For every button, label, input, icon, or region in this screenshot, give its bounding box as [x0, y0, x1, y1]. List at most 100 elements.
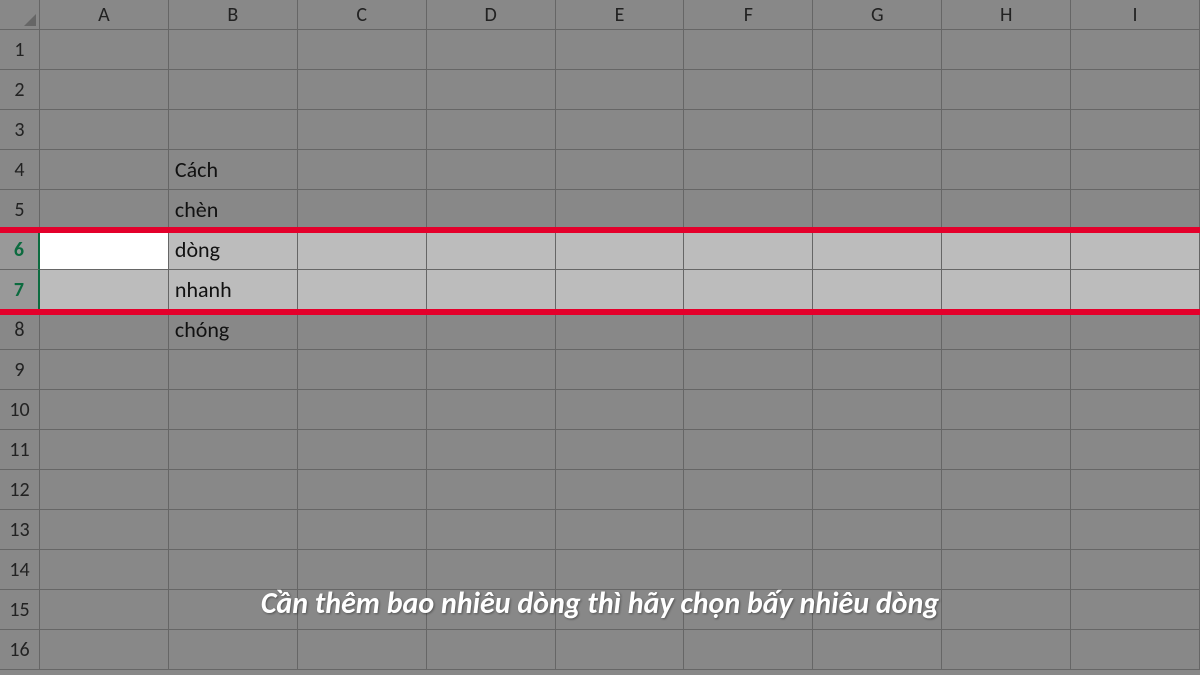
cell[interactable] — [40, 30, 169, 70]
cell[interactable] — [942, 110, 1071, 150]
cell[interactable] — [813, 470, 942, 510]
cell[interactable] — [942, 270, 1071, 310]
cell[interactable] — [813, 630, 942, 670]
cell[interactable] — [427, 350, 556, 390]
cell[interactable] — [556, 630, 685, 670]
cell[interactable] — [942, 310, 1071, 350]
cell[interactable] — [1071, 270, 1200, 310]
cell[interactable] — [556, 30, 685, 70]
cell[interactable] — [298, 270, 427, 310]
row-header[interactable]: 14 — [0, 550, 40, 590]
cell[interactable] — [813, 110, 942, 150]
cell[interactable] — [1071, 310, 1200, 350]
cell[interactable] — [427, 150, 556, 190]
row-header[interactable]: 7 — [0, 270, 40, 310]
cell[interactable] — [427, 430, 556, 470]
cell[interactable] — [942, 550, 1071, 590]
cell[interactable] — [298, 350, 427, 390]
row-header[interactable]: 8 — [0, 310, 40, 350]
cell[interactable] — [813, 390, 942, 430]
cell[interactable] — [556, 70, 685, 110]
cell[interactable] — [1071, 630, 1200, 670]
cell[interactable] — [40, 350, 169, 390]
column-header[interactable]: A — [40, 0, 169, 30]
cell[interactable]: chóng — [169, 310, 298, 350]
cell[interactable] — [684, 510, 813, 550]
cell[interactable] — [40, 190, 169, 230]
cell[interactable] — [556, 430, 685, 470]
cell[interactable] — [684, 110, 813, 150]
cell[interactable]: dòng — [169, 230, 298, 270]
column-header[interactable]: D — [427, 0, 556, 30]
cell[interactable] — [556, 510, 685, 550]
column-header[interactable]: F — [684, 0, 813, 30]
cell[interactable] — [427, 310, 556, 350]
cell[interactable] — [40, 270, 169, 310]
cell[interactable] — [298, 430, 427, 470]
cell[interactable] — [298, 110, 427, 150]
cell[interactable] — [942, 430, 1071, 470]
cell[interactable] — [942, 350, 1071, 390]
cell[interactable]: nhanh — [169, 270, 298, 310]
cell[interactable] — [556, 350, 685, 390]
cell[interactable] — [942, 470, 1071, 510]
cell[interactable] — [427, 550, 556, 590]
cell[interactable] — [169, 550, 298, 590]
cell[interactable] — [427, 70, 556, 110]
cell[interactable] — [684, 190, 813, 230]
cell[interactable] — [1071, 110, 1200, 150]
cell[interactable]: chèn — [169, 190, 298, 230]
cell[interactable] — [298, 470, 427, 510]
cell[interactable] — [813, 150, 942, 190]
cell[interactable] — [427, 510, 556, 550]
cell[interactable] — [684, 350, 813, 390]
cell[interactable] — [169, 350, 298, 390]
cell[interactable] — [813, 430, 942, 470]
column-header[interactable]: I — [1071, 0, 1200, 30]
cell[interactable] — [556, 550, 685, 590]
cell[interactable] — [40, 390, 169, 430]
cell[interactable] — [40, 430, 169, 470]
cell[interactable] — [942, 510, 1071, 550]
cell[interactable] — [1071, 470, 1200, 510]
cell[interactable] — [169, 510, 298, 550]
cell[interactable] — [1071, 30, 1200, 70]
row-header[interactable]: 9 — [0, 350, 40, 390]
cell[interactable] — [298, 510, 427, 550]
cell[interactable] — [427, 390, 556, 430]
select-all-corner[interactable] — [0, 0, 40, 30]
cell[interactable] — [684, 230, 813, 270]
cell[interactable] — [684, 150, 813, 190]
cell[interactable] — [40, 150, 169, 190]
cell[interactable] — [1071, 430, 1200, 470]
cell[interactable] — [556, 470, 685, 510]
row-header[interactable]: 4 — [0, 150, 40, 190]
cell[interactable] — [298, 230, 427, 270]
row-header[interactable]: 13 — [0, 510, 40, 550]
cell[interactable] — [556, 230, 685, 270]
cell[interactable] — [813, 30, 942, 70]
cell[interactable] — [40, 310, 169, 350]
row-header[interactable]: 5 — [0, 190, 40, 230]
cell[interactable] — [427, 30, 556, 70]
cell[interactable] — [298, 70, 427, 110]
cell[interactable] — [556, 310, 685, 350]
cell[interactable] — [684, 430, 813, 470]
row-header[interactable]: 6 — [0, 230, 40, 270]
cell[interactable] — [684, 470, 813, 510]
cell[interactable] — [942, 390, 1071, 430]
cell[interactable] — [40, 510, 169, 550]
cell[interactable] — [684, 390, 813, 430]
cell[interactable] — [1071, 150, 1200, 190]
cell[interactable] — [427, 110, 556, 150]
cell[interactable] — [1071, 230, 1200, 270]
cell[interactable] — [298, 550, 427, 590]
cell[interactable] — [40, 70, 169, 110]
cell[interactable] — [813, 70, 942, 110]
cell[interactable] — [556, 110, 685, 150]
cell[interactable] — [169, 430, 298, 470]
cell[interactable] — [684, 550, 813, 590]
cell[interactable] — [40, 110, 169, 150]
cell[interactable] — [1071, 390, 1200, 430]
cell[interactable] — [1071, 350, 1200, 390]
